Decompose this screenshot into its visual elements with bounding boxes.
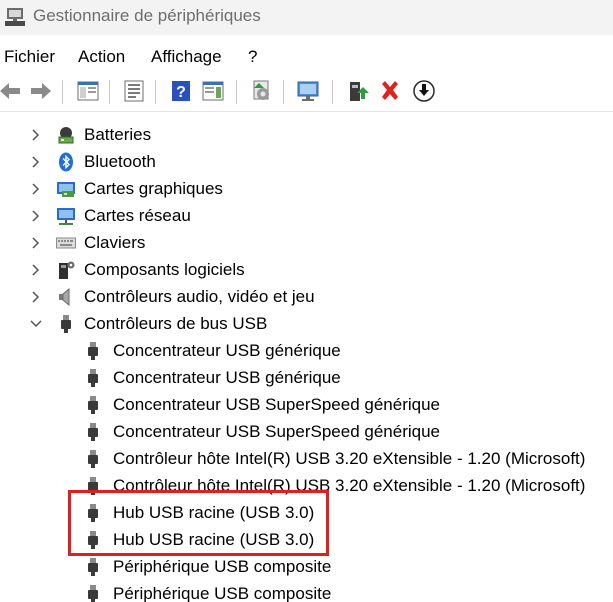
tree-device-item[interactable]: Périphérique USB composite (0, 580, 613, 602)
toolbar-separator (109, 80, 110, 104)
tree-device-item[interactable]: Périphérique USB composite (0, 553, 613, 580)
monitor-scan-icon[interactable] (296, 79, 320, 103)
tree-device-item[interactable]: Contrôleur hôte Intel(R) USB 3.20 eXtens… (0, 445, 613, 472)
tree-device-label: Hub USB racine (USB 3.0) (113, 503, 315, 522)
speaker-icon (59, 287, 70, 307)
tree-device-label: Concentrateur USB générique (113, 341, 341, 360)
tree-device-item[interactable]: Contrôleur hôte Intel(R) USB 3.20 eXtens… (0, 472, 613, 499)
tree-device-label: Concentrateur USB générique (113, 368, 341, 387)
usb-plug-icon (88, 531, 98, 549)
network-adapter-icon (57, 208, 75, 225)
tree-category-label: Bluetooth (84, 152, 156, 171)
keyboard-icon (56, 237, 76, 249)
title-bar: Gestionnaire de périphériques (0, 0, 613, 35)
usb-plug-icon (88, 342, 98, 360)
usb-plug-icon (88, 558, 98, 576)
toolbar-separator (236, 80, 237, 104)
tree-device-item[interactable]: Concentrateur USB générique (0, 364, 613, 391)
add-driver-icon[interactable] (345, 79, 369, 103)
tree-device-label: Périphérique USB composite (113, 557, 332, 576)
toolbar-separator (283, 80, 284, 104)
usb-plug-icon (88, 504, 98, 522)
tree-device-label: Périphérique USB composite (113, 584, 332, 602)
usb-plug-icon (88, 396, 98, 414)
chevron-right-icon[interactable] (29, 128, 43, 142)
tree-category-label: Contrôleurs audio, vidéo et jeu (84, 287, 315, 306)
arrow-left-icon[interactable] (0, 79, 22, 103)
menu-bar: Fichier Action Affichage ? (0, 38, 613, 74)
chevron-down-icon[interactable] (29, 317, 43, 331)
chevron-right-icon[interactable] (29, 236, 43, 250)
tree-device-item[interactable]: Hub USB racine (USB 3.0) (0, 526, 613, 553)
menu-action[interactable]: Action (78, 47, 125, 67)
update-driver-icon[interactable] (250, 79, 274, 103)
tree-device-item[interactable]: Concentrateur USB SuperSpeed générique (0, 391, 613, 418)
tree-device-item[interactable]: Concentrateur USB SuperSpeed générique (0, 418, 613, 445)
toolbar-separator (332, 80, 333, 104)
chevron-right-icon[interactable] (29, 209, 43, 223)
tree-category-label: Batteries (84, 125, 152, 144)
chevron-right-icon[interactable] (29, 263, 43, 277)
tree-category-cartes-graphiques[interactable]: Cartes graphiques (0, 175, 613, 202)
menu-help[interactable]: ? (248, 47, 257, 67)
tree-category-label: Cartes graphiques (84, 179, 223, 198)
usb-plug-icon (61, 315, 71, 333)
menu-fichier[interactable]: Fichier (4, 47, 55, 67)
device-tree: Batteries Bluetooth Cartes graphiques Ca… (0, 112, 613, 602)
usb-plug-icon (88, 450, 98, 468)
tree-category-cartes-reseau[interactable]: Cartes réseau (0, 202, 613, 229)
tree-category-claviers[interactable]: Claviers (0, 229, 613, 256)
red-x-icon[interactable] (378, 79, 402, 103)
tree-device-item[interactable]: Hub USB racine (USB 3.0) (0, 499, 613, 526)
bluetooth-icon (59, 152, 73, 172)
tree-category-label: Composants logiciels (84, 260, 245, 279)
tree-category-batteries[interactable]: Batteries (0, 121, 613, 148)
tree-category-controleurs-usb[interactable]: Contrôleurs de bus USB (0, 310, 613, 337)
usb-plug-icon (88, 477, 98, 495)
usb-plug-icon (88, 585, 98, 602)
tree-device-label: Concentrateur USB SuperSpeed générique (113, 422, 440, 441)
action-pane-icon[interactable] (201, 79, 225, 103)
console-tree-icon[interactable] (76, 79, 100, 103)
device-manager-icon (5, 8, 25, 26)
tree-device-label: Contrôleur hôte Intel(R) USB 3.20 eXtens… (113, 449, 586, 468)
help-icon[interactable]: ? (169, 79, 193, 103)
display-adapter-icon (57, 182, 75, 197)
chevron-right-icon[interactable] (29, 290, 43, 304)
tree-category-controleurs-audio[interactable]: Contrôleurs audio, vidéo et jeu (0, 283, 613, 310)
menu-affichage[interactable]: Affichage (151, 47, 222, 67)
tree-category-bluetooth[interactable]: Bluetooth (0, 148, 613, 175)
battery-icon (58, 127, 74, 144)
svg-text:?: ? (176, 84, 186, 101)
tree-device-label: Hub USB racine (USB 3.0) (113, 530, 315, 549)
chevron-right-icon[interactable] (29, 182, 43, 196)
tree-device-label: Contrôleur hôte Intel(R) USB 3.20 eXtens… (113, 476, 586, 495)
tree-device-label: Concentrateur USB SuperSpeed générique (113, 395, 440, 414)
toolbar-separator (62, 80, 63, 104)
window-title: Gestionnaire de périphériques (33, 6, 261, 25)
arrow-right-icon[interactable] (29, 79, 53, 103)
chevron-right-icon[interactable] (29, 155, 43, 169)
tree-device-item[interactable]: Concentrateur USB générique (0, 337, 613, 364)
usb-plug-icon (88, 369, 98, 387)
tree-category-composants-logiciels[interactable]: Composants logiciels (0, 256, 613, 283)
usb-plug-icon (88, 423, 98, 441)
software-component-icon (59, 261, 75, 279)
properties-icon[interactable] (122, 79, 146, 103)
tree-category-label: Contrôleurs de bus USB (84, 314, 268, 333)
download-arrow-icon[interactable] (412, 79, 436, 103)
tree-category-label: Cartes réseau (84, 206, 191, 225)
toolbar: ? (0, 74, 613, 110)
tree-category-label: Claviers (84, 233, 146, 252)
toolbar-separator (155, 80, 156, 104)
